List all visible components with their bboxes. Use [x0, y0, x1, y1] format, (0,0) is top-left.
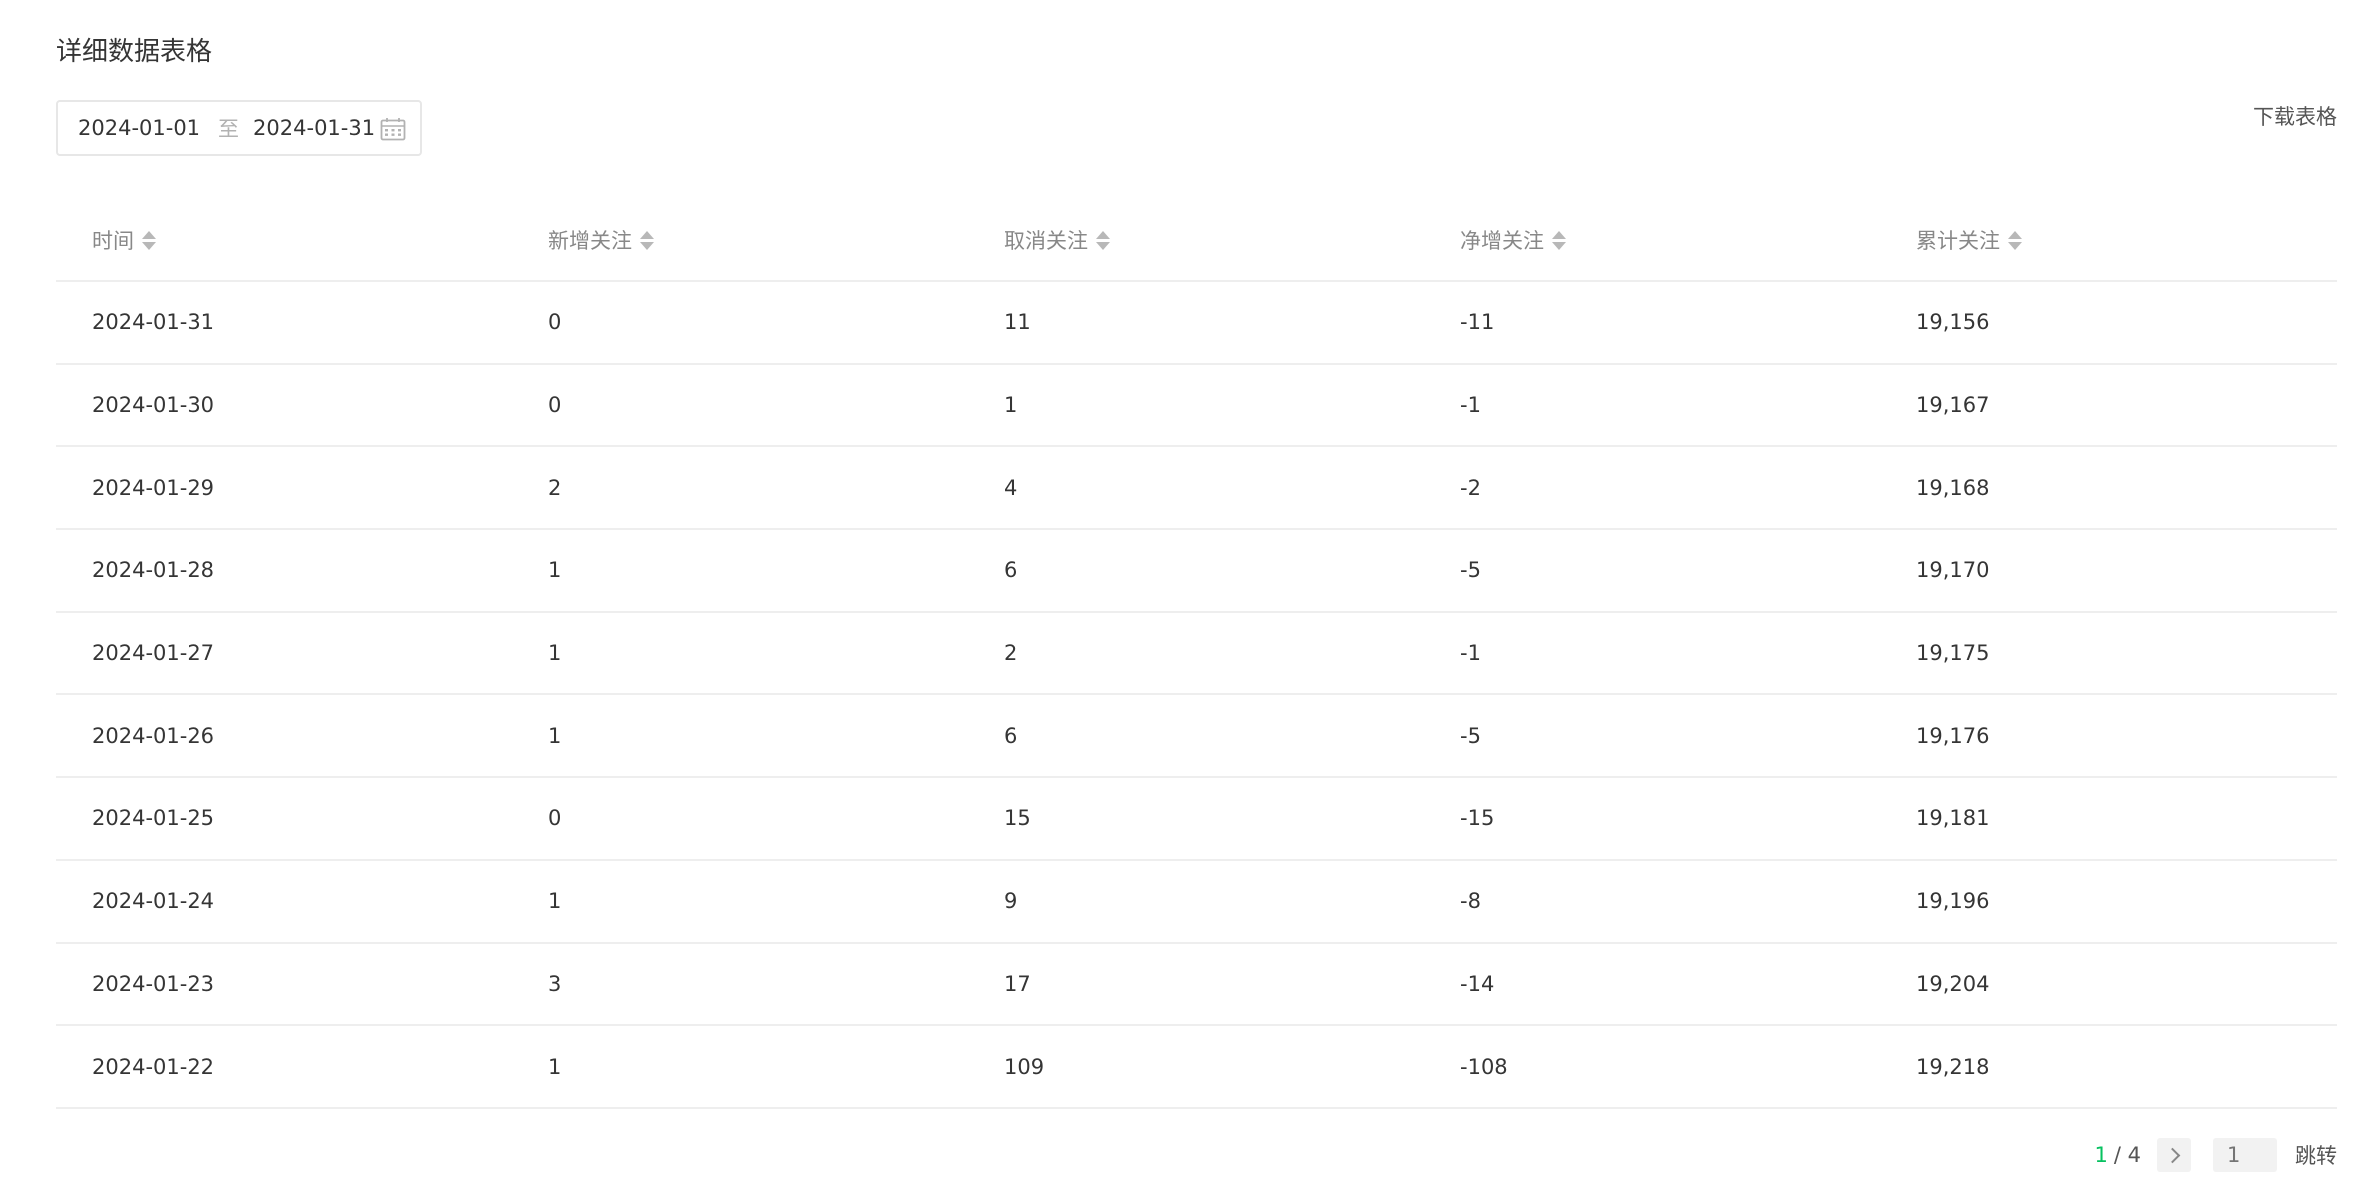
- cell-unfollows: 4: [1004, 475, 1018, 500]
- cell-total-follows: 19,204: [1916, 971, 1990, 996]
- cell-net-follows: -108: [1460, 1054, 1508, 1079]
- cell-new-follows: 3: [548, 971, 562, 996]
- cell-unfollows: 11: [1004, 310, 1031, 335]
- cell-net-follows: -1: [1460, 393, 1481, 418]
- cell-new-follows: 0: [548, 393, 562, 418]
- cell-total-follows: 19,175: [1916, 641, 1990, 666]
- sort-icon[interactable]: [2008, 230, 2022, 250]
- next-page-button[interactable]: [2157, 1138, 2191, 1172]
- cell-time: 2024-01-27: [92, 641, 215, 666]
- current-page: 1: [2094, 1143, 2108, 1167]
- cell-unfollows: 15: [1004, 806, 1031, 831]
- table-row: 2024-01-25 0 15 -15 19,181: [56, 778, 2337, 861]
- column-header-label: 时间: [92, 229, 134, 253]
- date-range-separator: 至: [218, 117, 240, 141]
- cell-time: 2024-01-25: [92, 806, 215, 831]
- detail-data-page: 详细数据表格 2024-01-01 至 2024-01-31 下载表格 时间 新…: [0, 0, 2371, 1193]
- cell-new-follows: 2: [548, 475, 562, 500]
- cell-time: 2024-01-24: [92, 889, 215, 914]
- cell-unfollows: 109: [1004, 1054, 1045, 1079]
- cell-net-follows: -2: [1460, 475, 1481, 500]
- sort-icon[interactable]: [640, 230, 654, 250]
- cell-new-follows: 0: [548, 806, 562, 831]
- cell-net-follows: -1: [1460, 641, 1481, 666]
- cell-time: 2024-01-28: [92, 558, 215, 583]
- cell-unfollows: 1: [1004, 393, 1018, 418]
- cell-new-follows: 1: [548, 558, 562, 583]
- date-range-picker[interactable]: 2024-01-01 至 2024-01-31: [56, 100, 422, 156]
- table-row: 2024-01-24 1 9 -8 19,196: [56, 861, 2337, 944]
- column-header-label: 新增关注: [548, 229, 632, 253]
- calendar-icon[interactable]: [380, 117, 406, 141]
- cell-net-follows: -8: [1460, 889, 1481, 914]
- pagination: 1 / 4 跳转: [2094, 1138, 2337, 1172]
- cell-total-follows: 19,170: [1916, 558, 1990, 583]
- table-row: 2024-01-22 1 109 -108 19,218: [56, 1026, 2337, 1109]
- total-pages: / 4: [2113, 1143, 2141, 1167]
- jump-button[interactable]: 跳转: [2295, 1140, 2337, 1170]
- download-table-link[interactable]: 下载表格: [2253, 102, 2337, 132]
- start-date[interactable]: 2024-01-01: [78, 116, 200, 140]
- table-row: 2024-01-23 3 17 -14 19,204: [56, 944, 2337, 1027]
- table-row: 2024-01-28 1 6 -5 19,170: [56, 530, 2337, 613]
- column-header-label: 累计关注: [1916, 229, 2000, 253]
- cell-new-follows: 1: [548, 723, 562, 748]
- column-header-label: 取消关注: [1004, 229, 1088, 253]
- table-header: 时间 新增关注 取消关注 净增关注 累计关注: [56, 200, 2337, 282]
- cell-total-follows: 19,156: [1916, 310, 1990, 335]
- cell-time: 2024-01-31: [92, 310, 215, 335]
- table-row: 2024-01-31 0 11 -11 19,156: [56, 282, 2337, 365]
- page-number-input[interactable]: [2213, 1138, 2277, 1172]
- cell-unfollows: 17: [1004, 971, 1031, 996]
- cell-net-follows: -11: [1460, 310, 1495, 335]
- sort-icon[interactable]: [1096, 230, 1110, 250]
- table-row: 2024-01-26 1 6 -5 19,176: [56, 695, 2337, 779]
- cell-time: 2024-01-23: [92, 971, 215, 996]
- cell-total-follows: 19,176: [1916, 723, 1990, 748]
- cell-new-follows: 1: [548, 889, 562, 914]
- cell-total-follows: 19,196: [1916, 889, 1990, 914]
- cell-new-follows: 0: [548, 310, 562, 335]
- cell-time: 2024-01-30: [92, 393, 215, 418]
- cell-total-follows: 19,218: [1916, 1054, 1990, 1079]
- table-row: 2024-01-29 2 4 -2 19,168: [56, 447, 2337, 531]
- column-header-net-follows[interactable]: 净增关注: [1424, 225, 1880, 255]
- cell-total-follows: 19,181: [1916, 806, 1990, 831]
- cell-new-follows: 1: [548, 1054, 562, 1079]
- column-header-label: 净增关注: [1460, 229, 1544, 253]
- chevron-right-icon: [2164, 1147, 2180, 1163]
- cell-unfollows: 2: [1004, 641, 1018, 666]
- column-header-unfollows[interactable]: 取消关注: [968, 225, 1424, 255]
- data-table: 时间 新增关注 取消关注 净增关注 累计关注 2024-01-31 0 11 -…: [56, 200, 2337, 1109]
- end-date[interactable]: 2024-01-31: [253, 116, 375, 140]
- cell-net-follows: -14: [1460, 971, 1495, 996]
- cell-time: 2024-01-29: [92, 475, 215, 500]
- sort-icon[interactable]: [142, 230, 156, 250]
- cell-net-follows: -5: [1460, 723, 1481, 748]
- cell-total-follows: 19,168: [1916, 475, 1990, 500]
- section-title: 详细数据表格: [56, 37, 213, 67]
- cell-time: 2024-01-22: [92, 1054, 215, 1079]
- cell-total-follows: 19,167: [1916, 393, 1990, 418]
- cell-time: 2024-01-26: [92, 723, 215, 748]
- cell-unfollows: 6: [1004, 558, 1018, 583]
- cell-unfollows: 9: [1004, 889, 1018, 914]
- cell-net-follows: -15: [1460, 806, 1495, 831]
- cell-net-follows: -5: [1460, 558, 1481, 583]
- sort-icon[interactable]: [1552, 230, 1566, 250]
- column-header-new-follows[interactable]: 新增关注: [512, 225, 968, 255]
- cell-new-follows: 1: [548, 641, 562, 666]
- column-header-total-follows[interactable]: 累计关注: [1880, 225, 2336, 255]
- cell-unfollows: 6: [1004, 723, 1018, 748]
- table-row: 2024-01-27 1 2 -1 19,175: [56, 613, 2337, 696]
- table-row: 2024-01-30 0 1 -1 19,167: [56, 365, 2337, 448]
- column-header-time[interactable]: 时间: [56, 225, 512, 255]
